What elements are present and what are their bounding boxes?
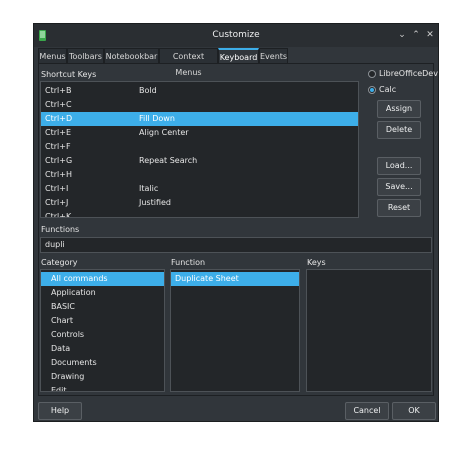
category-item[interactable]: Data [41,342,164,356]
function-label: Function [171,258,206,267]
keys-list[interactable] [306,269,432,392]
tab-events[interactable]: Events [259,48,288,64]
scope-radio-calc-label: Calc [379,85,397,94]
ok-button[interactable]: OK [392,402,436,420]
tab-keyboard[interactable]: Keyboard [218,48,259,64]
tab-toolbars[interactable]: Toolbars [67,48,104,64]
keys-label: Keys [307,258,326,267]
scope-radio-libreofficedev[interactable] [368,70,376,78]
shortcut-row-selected[interactable]: Ctrl+D Fill Down [41,112,358,126]
shortcut-row[interactable]: Ctrl+H [41,168,358,182]
maximize-icon[interactable]: ⌃ [410,29,422,41]
function-list[interactable]: Duplicate Sheet [170,269,300,392]
cancel-button[interactable]: Cancel [345,402,389,420]
category-item[interactable]: BASIC [41,300,164,314]
category-item[interactable]: Chart [41,314,164,328]
shortcut-row[interactable]: Ctrl+F [41,140,358,154]
customize-dialog: Customize ⌄ ⌃ ✕ Menus Toolbars Notebookb… [33,23,439,422]
load-button[interactable]: Load... [377,157,421,175]
category-list[interactable]: All commands Application BASIC Chart Con… [40,269,165,392]
shortcut-keys-label: Shortcut Keys [41,70,97,79]
shortcut-row[interactable]: Ctrl+J Justified [41,196,358,210]
functions-label: Functions [41,225,80,234]
minimize-icon[interactable]: ⌄ [396,29,408,41]
tab-notebookbar[interactable]: Notebookbar [104,48,159,64]
shortcut-row[interactable]: Ctrl+K [41,210,358,217]
scope-radio-libreofficedev-label: LibreOfficeDev [379,69,438,78]
window-title: Customize [212,30,260,40]
shortcut-row[interactable]: Ctrl+G Repeat Search [41,154,358,168]
shortcut-row[interactable]: Ctrl+E Align Center [41,126,358,140]
category-item-selected[interactable]: All commands [41,272,164,286]
shortcut-row[interactable]: Ctrl+B Bold [41,84,358,98]
function-item-selected[interactable]: Duplicate Sheet [171,272,299,286]
category-item[interactable]: Drawing [41,370,164,384]
scope-radio-calc[interactable] [368,86,376,94]
title-bar: Customize ⌄ ⌃ ✕ [34,24,438,47]
save-button[interactable]: Save... [377,178,421,196]
shortcut-row[interactable]: Ctrl+C [41,98,358,112]
category-item[interactable]: Documents [41,356,164,370]
category-label: Category [41,258,78,267]
tab-menus[interactable]: Menus [38,48,67,64]
functions-search-input[interactable]: dupli [40,237,432,253]
reset-button[interactable]: Reset [377,199,421,217]
help-button[interactable]: Help [38,402,82,420]
category-item[interactable]: Controls [41,328,164,342]
category-item[interactable]: Application [41,286,164,300]
tab-context-menus[interactable]: Context Menus [159,48,218,77]
category-item[interactable]: Edit [41,384,164,391]
delete-button[interactable]: Delete [377,121,421,139]
shortcut-keys-list[interactable]: Ctrl+B Bold Ctrl+C Ctrl+D Fill Down Ctrl+E… [40,81,359,218]
assign-button[interactable]: Assign [377,100,421,118]
shortcut-row[interactable]: Ctrl+I Italic [41,182,358,196]
close-icon[interactable]: ✕ [424,29,436,41]
